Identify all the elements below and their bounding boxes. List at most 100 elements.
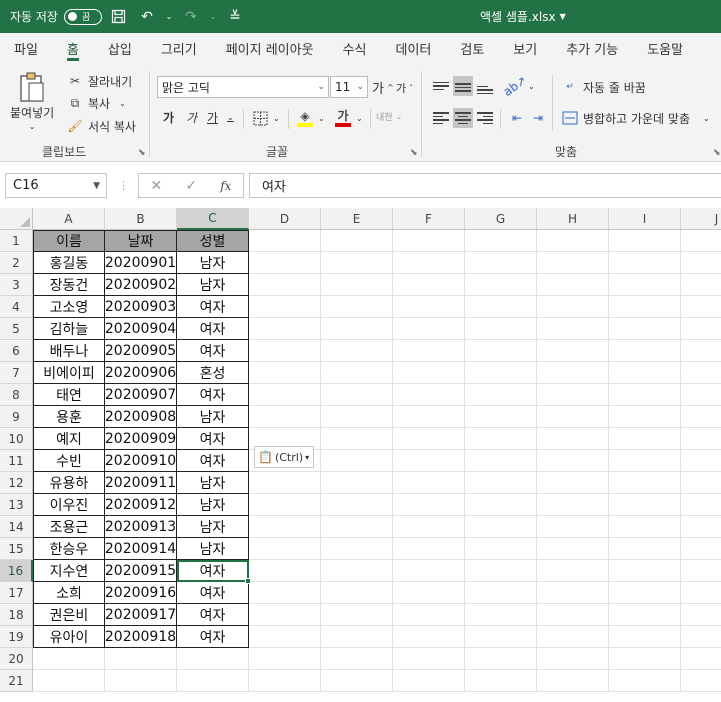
grid-cell[interactable]: 혼성	[177, 362, 249, 384]
row-header[interactable]: 9	[0, 406, 33, 428]
grid-cell[interactable]	[393, 340, 465, 362]
fill-color-button[interactable]: ◈ ⌄	[295, 108, 325, 128]
row-header[interactable]: 15	[0, 538, 33, 560]
grid-cell[interactable]: 여자	[177, 428, 249, 450]
grid-cell[interactable]	[609, 582, 681, 604]
grid-cell[interactable]: 여자	[177, 450, 249, 472]
grid-cell[interactable]	[321, 428, 393, 450]
grid-cell[interactable]: 남자	[177, 252, 249, 274]
undo-dropdown-icon[interactable]: ⌄	[164, 6, 174, 28]
font-size-select[interactable]: 11 ⌄	[330, 76, 368, 98]
cancel-icon[interactable]: ✕	[151, 178, 163, 194]
grid-cell[interactable]	[537, 340, 609, 362]
grid-cell[interactable]	[537, 670, 609, 692]
grid-cell[interactable]	[609, 648, 681, 670]
grid-cell[interactable]: 남자	[177, 274, 249, 296]
grid-cell[interactable]	[465, 340, 537, 362]
tab-5[interactable]: 수식	[343, 33, 382, 63]
worksheet-grid[interactable]: A B C D E F G H I J 1 이름 날짜 성별 2 홍길동 20200901 남자 3 장동건 20200…	[0, 208, 721, 702]
grid-cell[interactable]	[393, 252, 465, 274]
tab-8[interactable]: 보기	[513, 33, 552, 63]
grid-cell[interactable]	[609, 670, 681, 692]
grid-cell[interactable]: 배두나	[33, 340, 105, 362]
row-header[interactable]: 5	[0, 318, 33, 340]
grid-cell[interactable]	[465, 252, 537, 274]
grid-cell[interactable]	[465, 494, 537, 516]
grid-cell[interactable]: 여자	[177, 582, 249, 604]
grid-cell[interactable]	[537, 626, 609, 648]
grid-cell[interactable]	[537, 516, 609, 538]
grid-cell[interactable]	[537, 472, 609, 494]
column-header-a[interactable]: A	[33, 208, 105, 230]
header-cell[interactable]: 이름	[33, 230, 105, 252]
grid-cell[interactable]	[537, 560, 609, 582]
grid-cell[interactable]: 20200914	[105, 538, 177, 560]
grid-cell[interactable]	[681, 362, 721, 384]
grid-cell[interactable]: 여자	[177, 560, 249, 582]
grid-cell[interactable]: 여자	[177, 318, 249, 340]
cut-button[interactable]: ✂ 잘라내기	[65, 71, 132, 91]
grid-cell[interactable]	[465, 296, 537, 318]
grid-cell[interactable]	[681, 670, 721, 692]
grid-cell[interactable]	[321, 494, 393, 516]
grid-cell[interactable]	[249, 604, 321, 626]
grid-cell[interactable]: 20200901	[105, 252, 177, 274]
grid-cell[interactable]	[465, 362, 537, 384]
grid-cell[interactable]	[681, 296, 721, 318]
grid-cell[interactable]	[681, 428, 721, 450]
grid-cell[interactable]	[249, 362, 321, 384]
grid-cell[interactable]	[249, 384, 321, 406]
grid-cell[interactable]: 예지	[33, 428, 105, 450]
grid-cell[interactable]: 용훈	[33, 406, 105, 428]
formula-input[interactable]: 여자	[249, 173, 721, 198]
grid-cell[interactable]	[321, 604, 393, 626]
name-box[interactable]: C16 ▼	[5, 173, 107, 198]
align-bottom-icon[interactable]	[475, 76, 495, 96]
column-header-h[interactable]: H	[537, 208, 609, 230]
autosave-toggle[interactable]: 끔	[63, 8, 102, 25]
grid-cell[interactable]	[249, 582, 321, 604]
grid-cell[interactable]	[537, 648, 609, 670]
grid-cell[interactable]	[177, 670, 249, 692]
tab-1[interactable]: 홈	[66, 33, 94, 63]
grid-cell[interactable]	[537, 406, 609, 428]
grid-cell[interactable]: 소희	[33, 582, 105, 604]
grid-cell[interactable]	[465, 274, 537, 296]
grid-cell[interactable]	[609, 384, 681, 406]
font-launcher-icon[interactable]: ⬊	[410, 148, 418, 158]
grid-cell[interactable]	[393, 494, 465, 516]
grid-cell[interactable]: 태연	[33, 384, 105, 406]
grid-cell[interactable]	[609, 516, 681, 538]
grid-cell[interactable]	[465, 560, 537, 582]
grid-cell[interactable]	[465, 604, 537, 626]
grid-cell[interactable]	[609, 560, 681, 582]
paste-button[interactable]: 붙여넣기 ⌄	[10, 71, 54, 131]
tab-6[interactable]: 데이터	[395, 33, 446, 63]
customize-toolbar-icon[interactable]: ≚	[224, 6, 246, 28]
grid-cell[interactable]: 홍길동	[33, 252, 105, 274]
grid-cell[interactable]: 지수연	[33, 560, 105, 582]
bold-button[interactable]: 가	[163, 109, 174, 126]
grid-cell[interactable]: 20200903	[105, 296, 177, 318]
grid-cell[interactable]	[393, 362, 465, 384]
column-header-c[interactable]: C	[177, 208, 249, 230]
grid-cell[interactable]	[393, 538, 465, 560]
grid-cell[interactable]	[537, 252, 609, 274]
grid-cell[interactable]	[321, 582, 393, 604]
grid-cell[interactable]	[537, 538, 609, 560]
grid-cell[interactable]	[105, 670, 177, 692]
grid-cell[interactable]: 20200906	[105, 362, 177, 384]
grid-cell[interactable]	[249, 274, 321, 296]
grid-cell[interactable]: 20200902	[105, 274, 177, 296]
grid-cell[interactable]: 유아이	[33, 626, 105, 648]
grid-cell[interactable]	[393, 604, 465, 626]
grid-cell[interactable]	[465, 472, 537, 494]
clipboard-launcher-icon[interactable]: ⬊	[138, 148, 146, 158]
grid-cell[interactable]	[321, 340, 393, 362]
grid-cell[interactable]: 여자	[177, 340, 249, 362]
grid-cell[interactable]	[609, 340, 681, 362]
redo-dropdown-icon[interactable]: ⌄	[208, 6, 218, 28]
grid-cell[interactable]: 20200913	[105, 516, 177, 538]
grid-cell[interactable]: 조용근	[33, 516, 105, 538]
copy-button[interactable]: ⧉ 복사 ⌄	[65, 93, 126, 113]
